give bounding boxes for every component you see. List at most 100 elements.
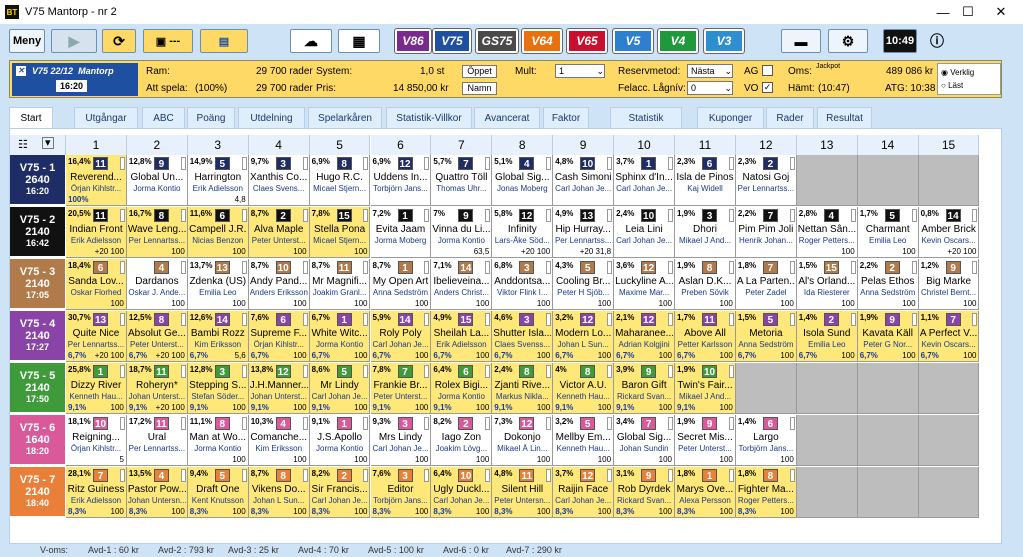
horse-scroll[interactable] — [607, 209, 613, 222]
horse-cell[interactable]: 9,4% 5 Draft One Kent Knutsson 8,3% 100 — [187, 467, 249, 518]
horse-cell[interactable]: 5,7% 7 Quattro Töll Thomas Uhr... — [431, 155, 493, 206]
horse-scroll[interactable] — [119, 209, 125, 222]
horse-scroll[interactable] — [363, 157, 369, 170]
horse-cell[interactable]: 5,8% 12 Infinity Lars-Åke Söd... +20 100 — [492, 207, 554, 258]
horse-scroll[interactable] — [241, 157, 247, 170]
horse-cell[interactable]: 8,2% 2 Sir Francis... Carl Johan Je... 8,3% 1… — [309, 467, 371, 518]
horse-cell[interactable]: 7,8% 15 Stella Pona Micael Stjern... 100 — [309, 207, 371, 258]
race-header-5[interactable]: V75 - 5 2140 17:50 — [10, 363, 65, 414]
horse-scroll[interactable] — [485, 157, 491, 170]
name-button[interactable]: Namn — [462, 82, 497, 95]
horse-scroll[interactable] — [424, 417, 430, 430]
tab-resultat[interactable]: Resultat — [817, 107, 872, 128]
horse-scroll[interactable] — [363, 209, 369, 222]
horse-cell[interactable]: 6,8% 3 Anddontsa... Viktor Flink I... 100 — [492, 259, 554, 310]
horse-cell[interactable]: 2,4% 8 Zjanti Rive... Markus Nikla... 9,1% 10… — [492, 363, 554, 414]
tab-statistik-villkor[interactable]: Statistik-Villkor — [386, 107, 472, 128]
horse-scroll[interactable] — [728, 417, 734, 430]
horse-cell[interactable]: 9,3% 3 Mrs Lindy Carl Johan Je... 100 — [370, 415, 432, 466]
column-header-2[interactable]: 2 — [126, 135, 188, 155]
horse-cell[interactable]: 5,9% 14 Roly Poly Carl Johan Je... 6,7% 100 — [370, 311, 432, 362]
horse-cell[interactable]: 3,2% 5 Mellby Em... Kenneth Hau... 100 — [553, 415, 615, 466]
horse-scroll[interactable] — [607, 313, 613, 326]
tab-abc[interactable]: ABC — [142, 107, 185, 128]
horse-scroll[interactable] — [241, 209, 247, 222]
column-header-9[interactable]: 9 — [553, 135, 615, 155]
horse-scroll[interactable] — [911, 313, 917, 326]
horse-scroll[interactable] — [607, 469, 613, 482]
horse-cell[interactable]: 0,8% 14 Amber Brick Kevin Oscars... +20 100 — [918, 207, 980, 258]
race-header-4[interactable]: V75 - 4 2140 17:27 — [10, 311, 65, 362]
horse-cell[interactable]: 4% 8 Victor A.U. Kenneth Hau... 9,1% 100 — [553, 363, 615, 414]
horse-cell[interactable]: 3,9% 9 Baron Gift Rickard Svan... 9,1% 100 — [614, 363, 675, 414]
game-button-v4[interactable]: V4 — [657, 28, 699, 54]
horse-cell[interactable]: 12,5% 8 Absolut Ge... Peter Unterst... 6,7% +… — [126, 311, 188, 362]
tab-statistik[interactable]: Statistik — [610, 107, 682, 128]
horse-scroll[interactable] — [667, 365, 673, 378]
horse-cell[interactable]: 18,7% 11 Roheryn* Johan Unterst... 9,1% +20 1… — [126, 363, 188, 414]
tab-utdelning[interactable]: Utdelning — [238, 107, 305, 128]
column-header-7[interactable]: 7 — [431, 135, 493, 155]
horse-cell[interactable]: 7,8% 7 Frankie Br... Peter Unterst... 9,1% 10… — [370, 363, 432, 414]
column-header-13[interactable]: 13 — [796, 135, 858, 155]
horse-scroll[interactable] — [302, 469, 308, 482]
radio-verklig[interactable]: ◉ Verklig — [941, 68, 974, 77]
horse-cell[interactable]: 9,7% 3 Xanthis Co... Claes Svens... — [248, 155, 310, 206]
column-header-15[interactable]: 15 — [918, 135, 980, 155]
horse-cell[interactable]: 4 Dardanos Oskar J. Ande... 100 — [126, 259, 188, 310]
horse-cell[interactable]: 5,1% 4 Global Sig... Jonas Moberg — [492, 155, 554, 206]
tab-kuponger[interactable]: Kuponger — [697, 107, 764, 128]
horse-scroll[interactable] — [850, 313, 856, 326]
horse-cell[interactable]: 3,2% 12 Modern Lo... Johan L Sun... 6,7% 100 — [553, 311, 615, 362]
horse-scroll[interactable] — [302, 313, 308, 326]
horse-scroll[interactable] — [728, 313, 734, 326]
horse-cell[interactable]: 18,1% 10 Reigning... Örjan Kihlstr... 5 — [66, 415, 127, 466]
horse-scroll[interactable] — [485, 417, 491, 430]
horse-scroll[interactable] — [119, 157, 125, 170]
horse-scroll[interactable] — [728, 469, 734, 482]
horse-cell[interactable]: 6,7% 1 White Witc... Jorma Kontio 6,7% 100 — [309, 311, 371, 362]
horse-scroll[interactable] — [607, 417, 613, 430]
felacc-select[interactable]: 0 ⌄ — [687, 81, 733, 95]
reserv-select[interactable]: Nästa ⌄ — [687, 64, 733, 78]
horse-cell[interactable]: 2,1% 12 Maharanee... Adrian Kolgjini 6,7% 100 — [614, 311, 675, 362]
save-button[interactable]: ▣ --- — [143, 29, 193, 53]
horse-scroll[interactable] — [972, 209, 978, 222]
horse-cell[interactable]: 1,9% 10 Twin's Fair... Mikael J And... 9,1% 1… — [675, 363, 736, 414]
horse-cell[interactable]: 6,9% 12 Uddens In... Torbjörn Jans... — [370, 155, 432, 206]
horse-scroll[interactable] — [485, 313, 491, 326]
horse-cell[interactable]: 7,1% 14 Ibelieveina... Anders Christ... 100 — [431, 259, 493, 310]
tab-utgångar[interactable]: Utgångar — [74, 107, 138, 128]
game-button-v75[interactable]: V75 — [432, 28, 472, 54]
horse-scroll[interactable] — [302, 209, 308, 222]
horse-scroll[interactable] — [728, 261, 734, 274]
horse-cell[interactable]: 1,4% 6 Largo Torbjörn Jans... 100 — [735, 415, 797, 466]
dropdown-icon[interactable]: ▾ — [42, 137, 54, 149]
horse-cell[interactable]: 12,8% 3 Stepping S... Stefan Söder... 9,1% 10… — [187, 363, 249, 414]
race-header-2[interactable]: V75 - 2 2140 16:42 — [10, 207, 65, 258]
horse-scroll[interactable] — [728, 365, 734, 378]
horse-scroll[interactable] — [607, 261, 613, 274]
horse-scroll[interactable] — [363, 469, 369, 482]
horse-scroll[interactable] — [241, 261, 247, 274]
horse-cell[interactable]: 25,8% 1 Dizzy River Kenneth Hau... 9,1% 100 — [66, 363, 127, 414]
horse-scroll[interactable] — [241, 417, 247, 430]
horse-scroll[interactable] — [363, 261, 369, 274]
horse-scroll[interactable] — [180, 157, 186, 170]
horse-cell[interactable]: 3,6% 12 Luckyline A... Maxime Mar... 100 — [614, 259, 675, 310]
column-header-11[interactable]: 11 — [675, 135, 736, 155]
horse-cell[interactable]: 13,5% 4 Pastor Pow... Johan Untersn... 8,3% 1… — [126, 467, 188, 518]
horse-cell[interactable]: 2,3% 2 Natosi Goj Per Lennartss... — [735, 155, 797, 206]
column-header-3[interactable]: 3 — [187, 135, 249, 155]
horse-scroll[interactable] — [424, 313, 430, 326]
horse-scroll[interactable] — [119, 469, 125, 482]
horse-cell[interactable]: 1,9% 9 Kavata Käll Peter G Nor... 6,7% 100 — [857, 311, 919, 362]
horse-cell[interactable]: 8,2% 2 Iago Zon Joakim Lövg... 100 — [431, 415, 493, 466]
horse-scroll[interactable] — [485, 261, 491, 274]
horse-cell[interactable]: 18,4% 6 Sanda Lov... Oskar Florhed 100 — [66, 259, 127, 310]
horse-scroll[interactable] — [485, 365, 491, 378]
horse-scroll[interactable] — [607, 157, 613, 170]
play-button[interactable]: ▶ — [51, 29, 97, 53]
horse-scroll[interactable] — [546, 261, 552, 274]
horse-scroll[interactable] — [667, 313, 673, 326]
